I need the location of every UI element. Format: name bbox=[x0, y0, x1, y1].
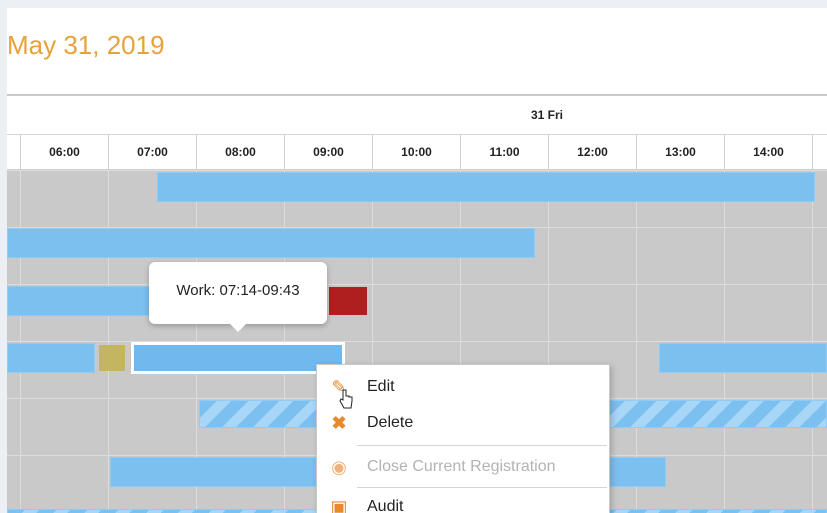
menu-item-edit[interactable]: ✎ Edit bbox=[317, 369, 609, 405]
hour-label: 07:00 bbox=[108, 135, 196, 169]
hour-header: 06:00 07:00 08:00 09:00 10:00 11:00 12:0… bbox=[7, 135, 827, 170]
menu-item-label: Close Current Registration bbox=[367, 458, 556, 475]
tooltip-arrow bbox=[229, 323, 247, 332]
menu-item-label: Delete bbox=[367, 414, 414, 431]
hour-label: 08:00 bbox=[196, 135, 284, 169]
tooltip: Work: 07:14-09:43 bbox=[149, 262, 327, 324]
menu-item-delete[interactable]: ✖ Delete bbox=[317, 405, 609, 441]
registration-bar[interactable] bbox=[659, 343, 827, 373]
day-label: 31 Fri bbox=[530, 108, 563, 122]
hour-label bbox=[812, 135, 827, 169]
hour-label: 10:00 bbox=[372, 135, 460, 169]
registration-bar[interactable] bbox=[7, 286, 155, 316]
hour-label: 09:00 bbox=[284, 135, 372, 169]
close-registration-icon: ◉ bbox=[331, 457, 347, 477]
page-title: May 31, 2019 bbox=[7, 30, 165, 60]
hand-cursor-icon bbox=[339, 389, 353, 409]
hour-label: 12:00 bbox=[548, 135, 636, 169]
menu-item-label: Edit bbox=[367, 378, 395, 395]
menu-separator bbox=[357, 445, 607, 446]
alert-block[interactable] bbox=[329, 287, 367, 315]
context-menu: ✎ Edit ✖ Delete ◉ Close Current Registra… bbox=[316, 364, 610, 513]
tooltip-text: Work: 07:14-09:43 bbox=[176, 282, 300, 299]
planned-bar[interactable] bbox=[199, 400, 319, 428]
registration-bar[interactable] bbox=[7, 228, 535, 258]
row-line bbox=[7, 341, 827, 342]
menu-separator bbox=[357, 487, 607, 488]
marker-block[interactable] bbox=[99, 345, 125, 371]
audit-icon: ▣ bbox=[330, 497, 348, 513]
hour-label: 14:00 bbox=[724, 135, 812, 169]
planned-bar[interactable] bbox=[607, 400, 827, 428]
delete-icon: ✖ bbox=[331, 413, 347, 433]
menu-item-close-registration[interactable]: ◉ Close Current Registration bbox=[317, 449, 609, 485]
selected-work-bar[interactable] bbox=[131, 342, 345, 374]
hour-label: 13:00 bbox=[636, 135, 724, 169]
menu-item-label: Audit bbox=[367, 498, 404, 513]
row-line bbox=[7, 170, 827, 171]
hour-label: 06:00 bbox=[20, 135, 108, 169]
menu-item-audit[interactable]: ▣ Audit bbox=[317, 489, 609, 513]
registration-bar[interactable] bbox=[157, 172, 815, 202]
scheduler-view: May 31, 2019 31 Fri 06:00 07:00 08:00 09… bbox=[7, 8, 827, 513]
day-header: 31 Fri bbox=[7, 96, 827, 135]
row-line bbox=[7, 284, 827, 285]
hour-label: 11:00 bbox=[460, 135, 548, 169]
registration-bar[interactable] bbox=[7, 343, 95, 373]
